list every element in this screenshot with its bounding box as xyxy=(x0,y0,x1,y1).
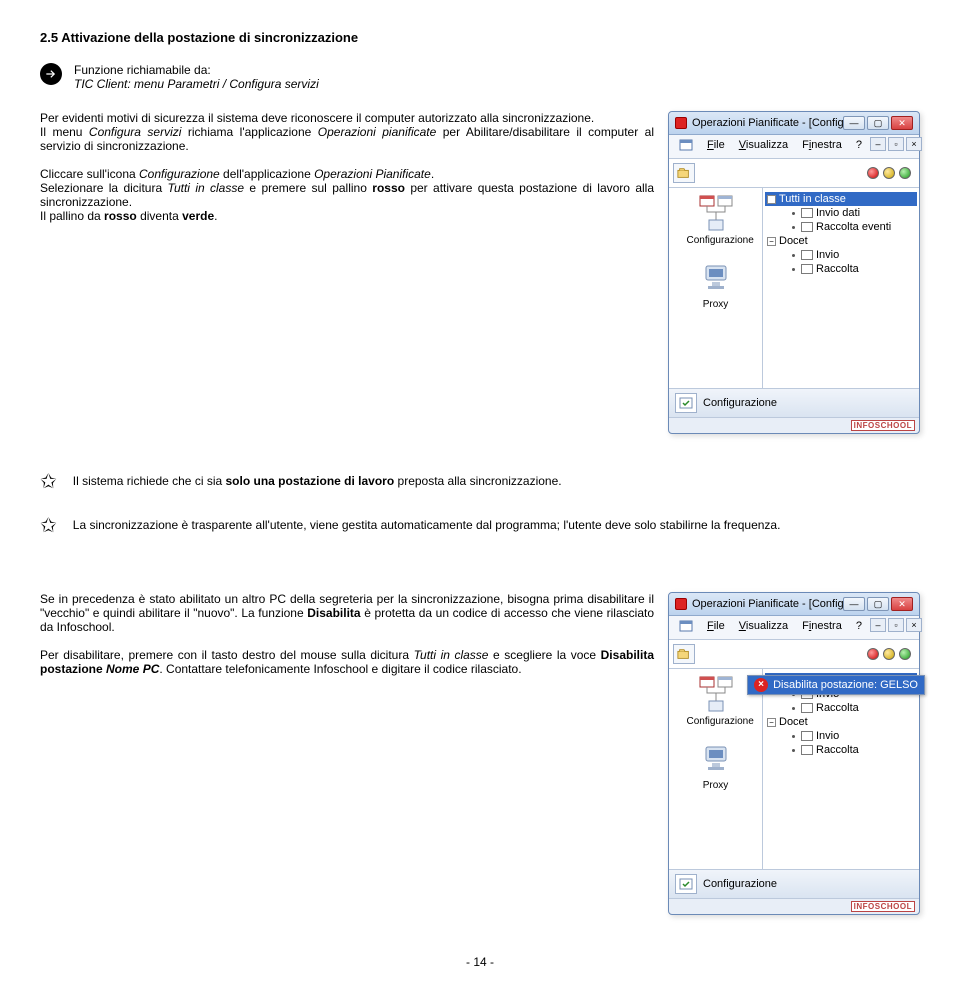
context-menu-item-disable[interactable]: × Disabilita postazione: GELSO xyxy=(748,676,924,694)
mdi-minimize[interactable]: – xyxy=(870,137,886,151)
stop-icon xyxy=(675,598,687,610)
tree-node-docet[interactable]: − Docet xyxy=(765,715,917,729)
menubar: File Visualizza Finestra ? – ▫ × xyxy=(669,616,919,640)
status-led-red[interactable] xyxy=(867,648,879,660)
brand-label: INFOSCHOOL xyxy=(851,420,915,431)
tree-view[interactable]: − Tutti in classe × Disabilita postazion… xyxy=(765,673,917,757)
tree-leaf[interactable]: Invio xyxy=(765,248,917,262)
maximize-button[interactable]: ▢ xyxy=(867,116,889,130)
statusbar-text: Configurazione xyxy=(703,397,777,409)
sidebar-item-config[interactable]: Configurazione xyxy=(687,192,745,246)
titlebar[interactable]: Operazioni Pianificate - [Configurazio… … xyxy=(669,593,919,616)
tree-leaf[interactable]: Raccolta xyxy=(765,262,917,276)
mdi-minimize[interactable]: – xyxy=(870,618,886,632)
menu-file[interactable]: File xyxy=(701,137,731,156)
menu-item-app[interactable] xyxy=(673,137,699,156)
close-button[interactable]: ✕ xyxy=(891,597,913,611)
stop-icon xyxy=(675,117,687,129)
tree-leaf[interactable]: Raccolta eventi xyxy=(765,220,917,234)
main-text-block-2: Se in precedenza è stato abilitato un al… xyxy=(40,592,654,915)
star-icon: ✩ xyxy=(40,516,57,536)
tree-leaf[interactable]: Invio dati xyxy=(765,206,917,220)
minimize-button[interactable]: — xyxy=(843,597,865,611)
close-button[interactable]: ✕ xyxy=(891,116,913,130)
app-window-2: Operazioni Pianificate - [Configurazio… … xyxy=(668,592,920,915)
statusbar-text: Configurazione xyxy=(703,878,777,890)
note-1: ✩ Il sistema richiede che ci sia solo un… xyxy=(40,474,920,492)
sidebar-item-label: Configurazione xyxy=(687,235,754,246)
window-title: Operazioni Pianificate - [Configurazio… xyxy=(692,598,843,610)
toolbar-open-icon[interactable] xyxy=(673,163,695,183)
tree-leaf[interactable]: Invio xyxy=(765,729,917,743)
menu-help[interactable]: ? xyxy=(850,137,868,156)
maximize-button[interactable]: ▢ xyxy=(867,597,889,611)
callable-from-block: Funzione richiamabile da: TIC Client: me… xyxy=(40,63,920,91)
callable-from-line: TIC Client: menu Parametri / Configura s… xyxy=(74,77,319,91)
mdi-restore[interactable]: ▫ xyxy=(888,618,904,632)
page-number: - 14 - xyxy=(40,955,920,969)
status-icon xyxy=(675,874,697,894)
sidebar-item-proxy[interactable]: Proxy xyxy=(687,256,745,310)
status-icon xyxy=(675,393,697,413)
status-led-green[interactable] xyxy=(899,167,911,179)
tree-view[interactable]: − Tutti in classe Invio dati Raccolta ev… xyxy=(765,192,917,276)
sidebar-item-label: Proxy xyxy=(703,780,729,791)
tree-leaf[interactable]: Raccolta xyxy=(765,743,917,757)
star-icon: ✩ xyxy=(40,472,57,492)
sidebar-item-proxy[interactable]: Proxy xyxy=(687,737,745,791)
menu-file[interactable]: File xyxy=(701,618,731,637)
status-led-red[interactable] xyxy=(867,167,879,179)
main-text-block-1: Per evidenti motivi di sicurezza il sist… xyxy=(40,111,654,434)
status-led-yellow[interactable] xyxy=(883,648,895,660)
arrow-right-icon xyxy=(40,63,62,85)
mdi-restore[interactable]: ▫ xyxy=(888,137,904,151)
note-2: ✩ La sincronizzazione è trasparente all'… xyxy=(40,518,920,536)
titlebar[interactable]: Operazioni Pianificate - [Configurazio… … xyxy=(669,112,919,135)
brand-label: INFOSCHOOL xyxy=(851,901,915,912)
menu-visualizza[interactable]: Visualizza xyxy=(733,137,794,156)
sidebar: Configurazione Proxy xyxy=(669,669,763,869)
sidebar-item-label: Configurazione xyxy=(687,716,754,727)
collapse-icon[interactable]: − xyxy=(767,195,776,204)
menu-finestra[interactable]: Finestra xyxy=(796,618,848,637)
cancel-icon: × xyxy=(754,678,768,692)
tree-node-tutti-in-classe[interactable]: − Tutti in classe × Disabilita postazion… xyxy=(765,673,917,687)
collapse-icon[interactable]: − xyxy=(767,237,776,246)
sidebar-item-config[interactable]: Configurazione xyxy=(687,673,745,727)
tree-node-docet[interactable]: − Docet xyxy=(765,234,917,248)
context-menu: × Disabilita postazione: GELSO xyxy=(747,675,925,695)
sidebar: Configurazione Proxy xyxy=(669,188,763,388)
minimize-button[interactable]: — xyxy=(843,116,865,130)
tree-node-tutti-in-classe[interactable]: − Tutti in classe xyxy=(765,192,917,206)
menu-finestra[interactable]: Finestra xyxy=(796,137,848,156)
tree-leaf[interactable]: Raccolta xyxy=(765,701,917,715)
section-heading: 2.5 Attivazione della postazione di sinc… xyxy=(40,30,920,45)
sidebar-item-label: Proxy xyxy=(703,299,729,310)
collapse-icon[interactable]: − xyxy=(767,718,776,727)
menu-help[interactable]: ? xyxy=(850,618,868,637)
menu-visualizza[interactable]: Visualizza xyxy=(733,618,794,637)
mdi-close[interactable]: × xyxy=(906,137,922,151)
status-led-green[interactable] xyxy=(899,648,911,660)
menubar: File Visualizza Finestra ? – ▫ × xyxy=(669,135,919,159)
toolbar-open-icon[interactable] xyxy=(673,644,695,664)
status-led-yellow[interactable] xyxy=(883,167,895,179)
app-window-1: Operazioni Pianificate - [Configurazio… … xyxy=(668,111,920,434)
callable-from-title: Funzione richiamabile da: xyxy=(74,63,319,77)
mdi-close[interactable]: × xyxy=(906,618,922,632)
window-title: Operazioni Pianificate - [Configurazio… xyxy=(692,117,843,129)
menu-item-app[interactable] xyxy=(673,618,699,637)
